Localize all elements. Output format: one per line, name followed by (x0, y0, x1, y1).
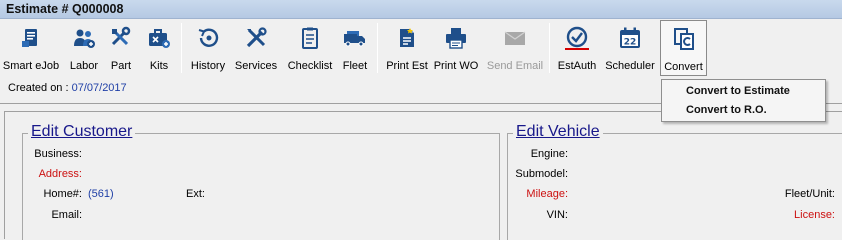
smart-ejob-button[interactable]: Smart eJob (2, 19, 60, 76)
vin-label: VIN: (546, 209, 568, 221)
checklist-button[interactable]: Checklist (284, 19, 336, 76)
toolbar-separator (181, 23, 182, 73)
customer-group: Edit Customer (22, 123, 500, 240)
menu-item-convert-to-ro[interactable]: Convert to R.O. (686, 104, 767, 116)
created-on: Created on : 07/07/2017 (8, 82, 127, 94)
toolbar: Smart eJob Labor Part Kits History Servi… (0, 19, 842, 78)
send-email-button[interactable]: Send Email (484, 19, 546, 76)
svg-text:22: 22 (624, 38, 637, 48)
scheduler-icon: 22 (618, 26, 642, 50)
scheduler-button[interactable]: 22 Scheduler (602, 19, 658, 76)
email-label: Email: (51, 209, 82, 221)
print-estimate-label: Print Est (386, 60, 428, 72)
smart-ejob-icon (19, 26, 43, 50)
print-estimate-icon (395, 26, 419, 50)
part-button[interactable]: Part (104, 19, 138, 76)
mileage-label: Mileage: (526, 188, 568, 200)
estauth-label: EstAuth (557, 60, 597, 72)
print-wo-icon (444, 26, 468, 50)
created-on-label: Created on : (8, 82, 69, 94)
kits-label: Kits (149, 60, 169, 72)
send-email-icon (503, 26, 527, 50)
checklist-label: Checklist (287, 60, 333, 72)
kits-icon (147, 26, 171, 50)
business-label: Business: (34, 148, 82, 160)
created-on-value: 07/07/2017 (71, 82, 127, 94)
part-icon (109, 26, 133, 50)
print-wo-label: Print WO (433, 60, 479, 72)
checklist-icon (298, 26, 322, 50)
edit-vehicle-link[interactable]: Edit Vehicle (513, 123, 603, 141)
history-label: History (190, 60, 226, 72)
estauth-icon (565, 26, 589, 50)
window-title: Estimate # Q000008 (6, 2, 124, 16)
fleet-label: Fleet (342, 60, 368, 72)
edit-customer-link[interactable]: Edit Customer (28, 123, 136, 141)
labor-button[interactable]: Labor (64, 19, 104, 76)
fleet-icon (343, 26, 367, 50)
toolbar-separator (549, 23, 550, 73)
window-title-bar: Estimate # Q000008 (0, 0, 842, 19)
home-phone-label: Home#: (43, 188, 82, 200)
license-label: License: (794, 209, 835, 221)
fleet-unit-label: Fleet/Unit: (784, 188, 835, 200)
fleet-button[interactable]: Fleet (338, 19, 372, 76)
home-phone-value: (561) (88, 188, 114, 200)
services-icon (244, 26, 268, 50)
menu-item-convert-to-estimate[interactable]: Convert to Estimate (686, 85, 790, 97)
part-label: Part (110, 60, 132, 72)
convert-button[interactable]: Convert (660, 20, 707, 76)
convert-dropdown-menu: Convert to Estimate Convert to R.O. (661, 79, 826, 122)
services-button[interactable]: Services (232, 19, 280, 76)
convert-label: Convert (664, 61, 703, 73)
kits-button[interactable]: Kits (140, 19, 178, 76)
history-button[interactable]: History (187, 19, 229, 76)
submodel-label: Submodel: (515, 168, 568, 180)
labor-label: Labor (69, 60, 99, 72)
print-estimate-button[interactable]: Print Est (384, 19, 430, 76)
send-email-label: Send Email (486, 60, 544, 72)
smart-ejob-label: Smart eJob (2, 60, 60, 72)
toolbar-separator (377, 23, 378, 73)
estauth-button[interactable]: EstAuth (555, 19, 599, 76)
ext-label: Ext: (186, 188, 205, 200)
convert-icon (672, 27, 696, 51)
services-label: Services (234, 60, 278, 72)
labor-icon (72, 26, 96, 50)
history-icon (196, 26, 220, 50)
address-label: Address: (38, 168, 82, 180)
print-wo-button[interactable]: Print WO (433, 19, 479, 76)
engine-label: Engine: (530, 148, 568, 160)
scheduler-label: Scheduler (605, 60, 655, 72)
